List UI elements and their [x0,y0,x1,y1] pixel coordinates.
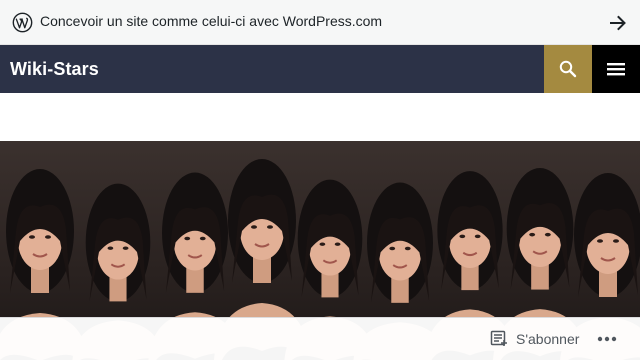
more-options-button[interactable] [596,330,618,348]
menu-toggle-button[interactable] [592,45,640,93]
arrow-right-icon[interactable] [608,13,628,33]
action-bar: S'abonner [0,317,640,360]
promo-text[interactable]: Concevoir un site comme celui-ci avec Wo… [40,13,382,29]
hamburger-menu-icon [607,63,625,76]
search-toggle-button[interactable] [544,45,592,93]
site-title[interactable]: Wiki-Stars [10,59,99,80]
site-header: Wiki-Stars [0,45,640,93]
more-dots-icon [597,336,617,342]
wordpress-logo-icon [12,12,33,33]
subscribe-button[interactable]: S'abonner [490,330,579,348]
wpcom-promo-banner[interactable]: Concevoir un site comme celui-ci avec Wo… [0,0,640,45]
search-icon [559,60,577,78]
subscribe-label: S'abonner [516,331,580,347]
reader-icon [490,330,507,346]
